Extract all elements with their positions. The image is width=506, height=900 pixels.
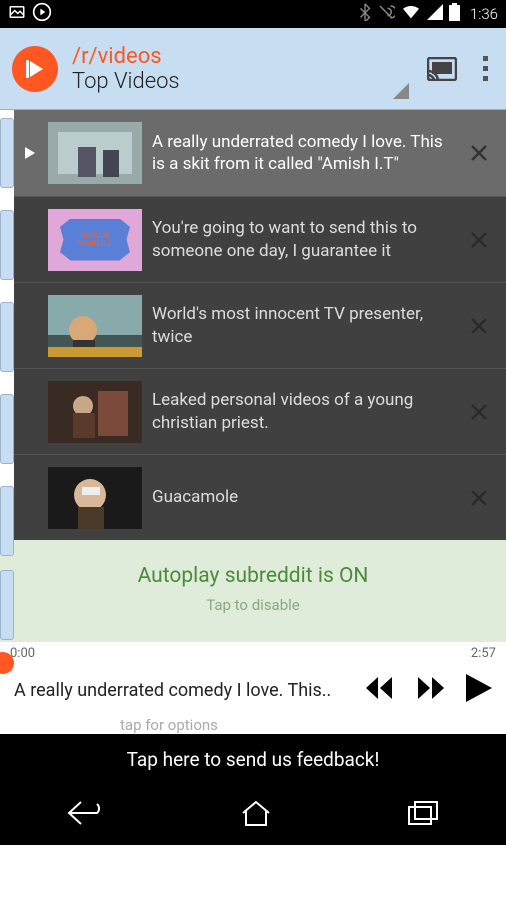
android-nav-bar bbox=[0, 785, 506, 845]
status-time: 1:36 bbox=[470, 5, 498, 23]
signal-icon bbox=[427, 4, 443, 24]
video-title: Leaked personal videos of a young christ… bbox=[152, 389, 466, 433]
app-logo-icon[interactable] bbox=[12, 46, 58, 92]
remove-button[interactable] bbox=[466, 227, 492, 253]
video-item[interactable]: GO FUCKYOURSELF You're going to want to … bbox=[14, 196, 506, 282]
remove-button[interactable] bbox=[466, 399, 492, 425]
play-circle-icon bbox=[32, 2, 52, 26]
subreddit-title: /r/videos bbox=[72, 44, 393, 69]
dropdown-indicator-icon[interactable] bbox=[393, 83, 409, 99]
autoplay-subtitle: Tap to disable bbox=[0, 596, 506, 614]
video-thumbnail bbox=[48, 122, 142, 184]
time-end: 2:57 bbox=[471, 646, 496, 666]
now-playing-indicator-icon bbox=[22, 147, 38, 159]
remove-button[interactable] bbox=[466, 485, 492, 511]
image-icon bbox=[8, 3, 26, 25]
vibrate-icon bbox=[377, 3, 395, 25]
autoplay-title: Autoplay subreddit is ON bbox=[0, 564, 506, 588]
title-block[interactable]: /r/videos Top Videos bbox=[72, 44, 393, 94]
video-item[interactable]: Guacamole bbox=[14, 454, 506, 540]
video-title: Guacamole bbox=[152, 486, 466, 508]
wifi-icon bbox=[401, 4, 421, 24]
play-button[interactable] bbox=[466, 674, 492, 706]
video-thumbnail bbox=[48, 381, 142, 443]
video-item[interactable]: World's most innocent TV presenter, twic… bbox=[14, 282, 506, 368]
drawer-edge-tabs[interactable] bbox=[0, 110, 14, 642]
video-title: A really underrated comedy I love. This … bbox=[152, 131, 466, 175]
previous-button[interactable] bbox=[366, 677, 394, 703]
back-button[interactable] bbox=[67, 798, 105, 832]
video-thumbnail: GO FUCKYOURSELF bbox=[48, 209, 142, 271]
video-list-container: A really underrated comedy I love. This … bbox=[0, 110, 506, 642]
feedback-bar[interactable]: Tap here to send us feedback! bbox=[0, 734, 506, 785]
video-thumbnail bbox=[48, 467, 142, 529]
options-hint[interactable]: tap for options bbox=[120, 716, 506, 734]
video-item[interactable]: Leaked personal videos of a young christ… bbox=[14, 368, 506, 454]
cast-icon[interactable] bbox=[427, 57, 457, 81]
video-thumbnail bbox=[48, 295, 142, 357]
battery-icon bbox=[449, 3, 460, 25]
video-title: World's most innocent TV presenter, twic… bbox=[152, 303, 466, 347]
status-bar: 1:36 bbox=[0, 0, 506, 28]
sort-subtitle: Top Videos bbox=[72, 69, 393, 94]
bluetooth-icon bbox=[359, 3, 371, 25]
recent-apps-button[interactable] bbox=[407, 800, 439, 830]
home-button[interactable] bbox=[239, 799, 273, 831]
player-area: 0:00 2:57 A really underrated comedy I l… bbox=[0, 642, 506, 734]
remove-button[interactable] bbox=[466, 140, 492, 166]
now-playing-title[interactable]: A really underrated comedy I love. This.… bbox=[14, 680, 366, 701]
feedback-label: Tap here to send us feedback! bbox=[127, 748, 380, 771]
video-item[interactable]: A really underrated comedy I love. This … bbox=[14, 110, 506, 196]
video-title: You're going to want to send this to som… bbox=[152, 217, 466, 261]
overflow-menu-icon[interactable] bbox=[477, 50, 494, 87]
next-button[interactable] bbox=[416, 677, 444, 703]
remove-button[interactable] bbox=[466, 313, 492, 339]
timeline[interactable]: 0:00 2:57 bbox=[0, 642, 506, 666]
app-header: /r/videos Top Videos bbox=[0, 28, 506, 110]
autoplay-banner[interactable]: Autoplay subreddit is ON Tap to disable bbox=[0, 540, 506, 642]
